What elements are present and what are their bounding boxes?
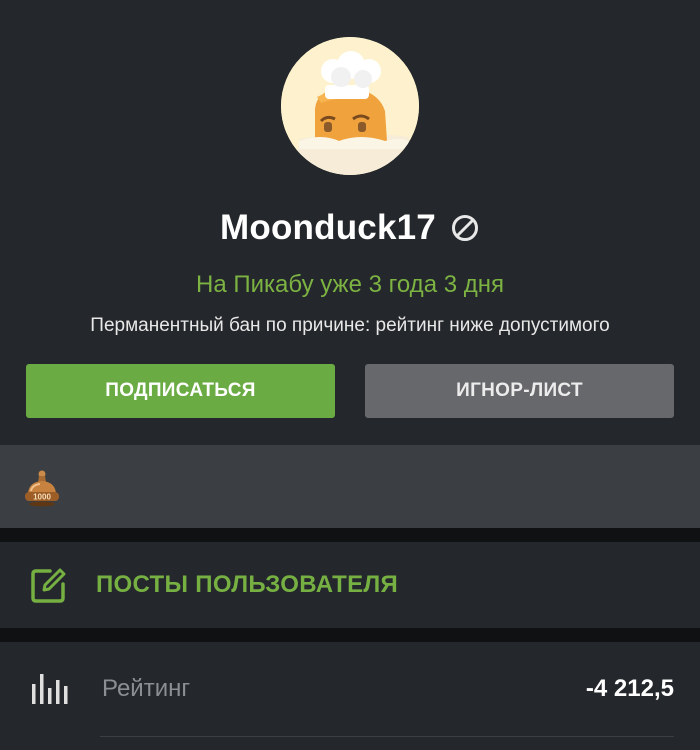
chef-hat-avatar-icon	[281, 37, 419, 175]
user-posts-label: ПОСТЫ ПОЛЬЗОВАТЕЛЯ	[96, 571, 399, 598]
ban-icon	[450, 213, 480, 243]
divider	[100, 736, 674, 737]
subscribe-button[interactable]: ПОДПИСАТЬСЯ	[26, 364, 335, 418]
edit-icon	[30, 566, 68, 604]
rating-value: -4 212,5	[585, 675, 674, 702]
ignore-list-button[interactable]: ИГНОР-ЛИСТ	[365, 364, 674, 418]
rating-label: Рейтинг	[102, 675, 191, 702]
awards-bar: 1000	[0, 445, 700, 528]
award-1000-text: 1000	[33, 493, 51, 502]
profile-header: Moonduck17 На Пикабу уже 3 года 3 дня Пе…	[0, 0, 700, 445]
bar-chart-icon	[30, 672, 68, 706]
award-1000-badge-icon[interactable]: 1000	[22, 469, 62, 509]
username: Moonduck17	[220, 208, 436, 247]
rating-row: Рейтинг -4 212,5	[0, 642, 700, 750]
member-since: На Пикабу уже 3 года 3 дня	[196, 271, 504, 298]
user-posts-link[interactable]: ПОСТЫ ПОЛЬЗОВАТЕЛЯ	[0, 542, 700, 628]
avatar[interactable]	[281, 37, 419, 175]
username-row: Moonduck17	[0, 202, 700, 254]
ban-reason: Перманентный бан по причине: рейтинг ниж…	[90, 315, 610, 336]
